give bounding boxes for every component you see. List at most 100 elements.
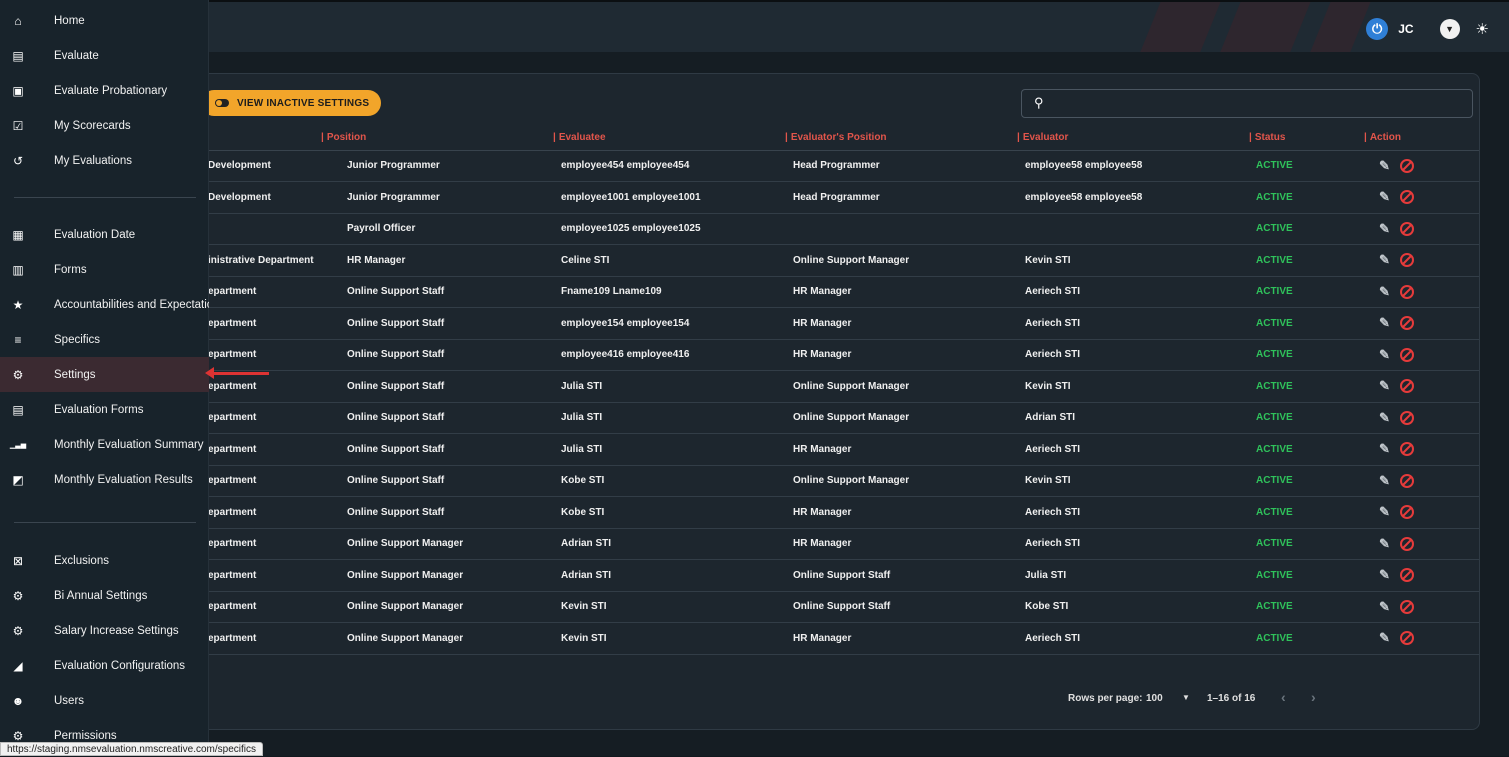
sidebar-item-label: Settings (54, 368, 96, 381)
search-input[interactable]: ⚲ (1021, 89, 1473, 118)
sidebar-item-bi-annual-settings[interactable]: ⚙ Bi Annual Settings (0, 578, 209, 613)
cell-evaluator: Kevin STI (1017, 465, 1249, 497)
cell-status: ACTIVE (1249, 150, 1364, 182)
view-inactive-settings-button[interactable]: VIEW INACTIVE SETTINGS (201, 90, 382, 116)
chevron-right-icon[interactable]: › (1311, 689, 1316, 705)
table-row: epartment Online Support Staff employee154… (151, 307, 1479, 340)
table-row: epartment Online Support Manager Adrian ST… (151, 559, 1479, 592)
edit-icon[interactable]: ✎ (1379, 284, 1390, 300)
cell-position: Payroll Officer (321, 213, 553, 245)
disable-icon[interactable] (1399, 473, 1414, 488)
sidebar-item-my-evaluations[interactable]: ↺ My Evaluations (0, 143, 209, 178)
sidebar-item-label: Permissions (54, 729, 117, 742)
sidebar-item-label: Evaluate (54, 49, 99, 62)
cell-status: ACTIVE (1249, 181, 1364, 214)
sidebar-item-evaluation-configurations[interactable]: ◢ Evaluation Configurations (0, 648, 209, 683)
chat-icon: ▣ (12, 83, 24, 98)
sidebar-item-monthly-evaluation-summary[interactable]: ▁▃▅ Monthly Evaluation Summary (0, 427, 209, 462)
cell-evaluator: Kevin STI (1017, 244, 1249, 277)
search-icon: ⚲ (1034, 95, 1044, 110)
disable-icon[interactable] (1399, 158, 1414, 173)
cell-action: ✎ (1364, 402, 1479, 434)
chevron-down-icon[interactable]: ▼ (1439, 19, 1460, 39)
cell-evaluatee: Adrian STI (553, 528, 785, 560)
edit-icon[interactable]: ✎ (1379, 504, 1390, 520)
edit-icon[interactable]: ✎ (1379, 315, 1390, 331)
cell-status: ACTIVE (1249, 244, 1364, 277)
status-bar-url: https://staging.nmsevaluation.nmscreativ… (0, 742, 263, 756)
edit-icon[interactable]: ✎ (1379, 378, 1390, 394)
history-icon: ↺ (12, 153, 24, 168)
sidebar-item-accountabilities-and-expectatio[interactable]: ★ Accountabilities and Expectatio (0, 287, 209, 322)
sidebar-item-forms[interactable]: ▥ Forms (0, 252, 209, 287)
users-icon: ☻ (11, 693, 25, 708)
cell-position: Junior Programmer (321, 181, 553, 214)
brightness-icon[interactable]: ☀ (1476, 20, 1489, 38)
sidebar-item-label: Monthly Evaluation Summary (54, 438, 204, 451)
col-position[interactable]: | Position (321, 125, 553, 151)
disable-icon[interactable] (1399, 505, 1414, 520)
caret-down-icon[interactable]: ▼ (1182, 693, 1190, 702)
col-evaluator[interactable]: | Evaluator (1017, 125, 1249, 151)
rows-per-page-select[interactable]: 100 (1146, 693, 1163, 704)
sidebar-item-label: My Evaluations (54, 154, 132, 167)
edit-icon[interactable]: ✎ (1379, 189, 1390, 205)
power-icon[interactable]: ⏻ (1366, 18, 1389, 40)
sidebar-item-exclusions[interactable]: ⊠ Exclusions (0, 543, 209, 578)
edit-icon[interactable]: ✎ (1379, 158, 1390, 174)
settings-table: | Position | Evaluatee | Evaluator's Positi… (151, 125, 1479, 655)
sidebar-item-users[interactable]: ☻ Users (0, 683, 209, 718)
edit-icon[interactable]: ✎ (1379, 567, 1390, 583)
cell-evaluator: Aeriech STI (1017, 622, 1249, 655)
chevron-left-icon[interactable]: ‹ (1281, 689, 1286, 705)
sidebar-item-salary-increase-settings[interactable]: ⚙ Salary Increase Settings (0, 613, 209, 648)
disable-icon[interactable] (1399, 599, 1414, 614)
col-evaluatee[interactable]: | Evaluatee (553, 125, 785, 151)
cell-status: ACTIVE (1249, 496, 1364, 529)
sidebar-item-evaluate-probationary[interactable]: ▣ Evaluate Probationary (0, 73, 209, 108)
disable-icon[interactable] (1399, 284, 1414, 299)
col-evaluator-position[interactable]: | Evaluator's Position (785, 125, 1017, 151)
col-status[interactable]: | Status (1249, 125, 1364, 151)
sidebar-item-evaluation-forms[interactable]: ▤ Evaluation Forms (0, 392, 209, 427)
cell-evaluator: Kobe STI (1017, 591, 1249, 623)
sidebar-item-home[interactable]: ⌂ Home (0, 3, 209, 38)
edit-icon[interactable]: ✎ (1379, 630, 1390, 646)
disable-icon[interactable] (1399, 253, 1414, 268)
disable-icon[interactable] (1399, 536, 1414, 551)
disable-icon[interactable] (1399, 190, 1414, 205)
sidebar-item-label: Monthly Evaluation Results (54, 473, 193, 486)
sidebar-item-evaluate[interactable]: ▤ Evaluate (0, 38, 209, 73)
cell-status: ACTIVE (1249, 591, 1364, 623)
disable-icon[interactable] (1399, 379, 1414, 394)
cell-status: ACTIVE (1249, 339, 1364, 371)
disable-icon[interactable] (1399, 347, 1414, 362)
cell-evaluatee: Celine STI (553, 244, 785, 277)
disable-icon[interactable] (1399, 568, 1414, 583)
edit-icon[interactable]: ✎ (1379, 599, 1390, 615)
sidebar-item-monthly-evaluation-results[interactable]: ◩ Monthly Evaluation Results (0, 462, 209, 497)
edit-icon[interactable]: ✎ (1379, 347, 1390, 363)
sidebar-item-settings[interactable]: ⚙ Settings (0, 357, 209, 392)
edit-icon[interactable]: ✎ (1379, 252, 1390, 268)
cell-evaluatee: Fname109 Lname109 (553, 276, 785, 308)
cell-evaluator-position: HR Manager (785, 496, 1017, 529)
cell-position: Online Support Staff (321, 465, 553, 497)
edit-icon[interactable]: ✎ (1379, 473, 1390, 489)
sidebar-item-evaluation-date[interactable]: ▦ Evaluation Date (0, 217, 209, 252)
edit-icon[interactable]: ✎ (1379, 221, 1390, 237)
disable-icon[interactable] (1399, 442, 1414, 457)
disable-icon[interactable] (1399, 316, 1414, 331)
disable-icon[interactable] (1399, 410, 1414, 425)
cell-evaluator: employee58 employee58 (1017, 150, 1249, 182)
cell-evaluator: Aeriech STI (1017, 433, 1249, 466)
disable-icon[interactable] (1399, 221, 1414, 236)
cell-position: Online Support Staff (321, 307, 553, 340)
disable-icon[interactable] (1399, 631, 1414, 646)
cell-status: ACTIVE (1249, 559, 1364, 592)
edit-icon[interactable]: ✎ (1379, 441, 1390, 457)
sidebar-item-my-scorecards[interactable]: ☑ My Scorecards (0, 108, 209, 143)
sidebar-item-specifics[interactable]: ≡ Specifics (0, 322, 209, 357)
edit-icon[interactable]: ✎ (1379, 410, 1390, 426)
edit-icon[interactable]: ✎ (1379, 536, 1390, 552)
